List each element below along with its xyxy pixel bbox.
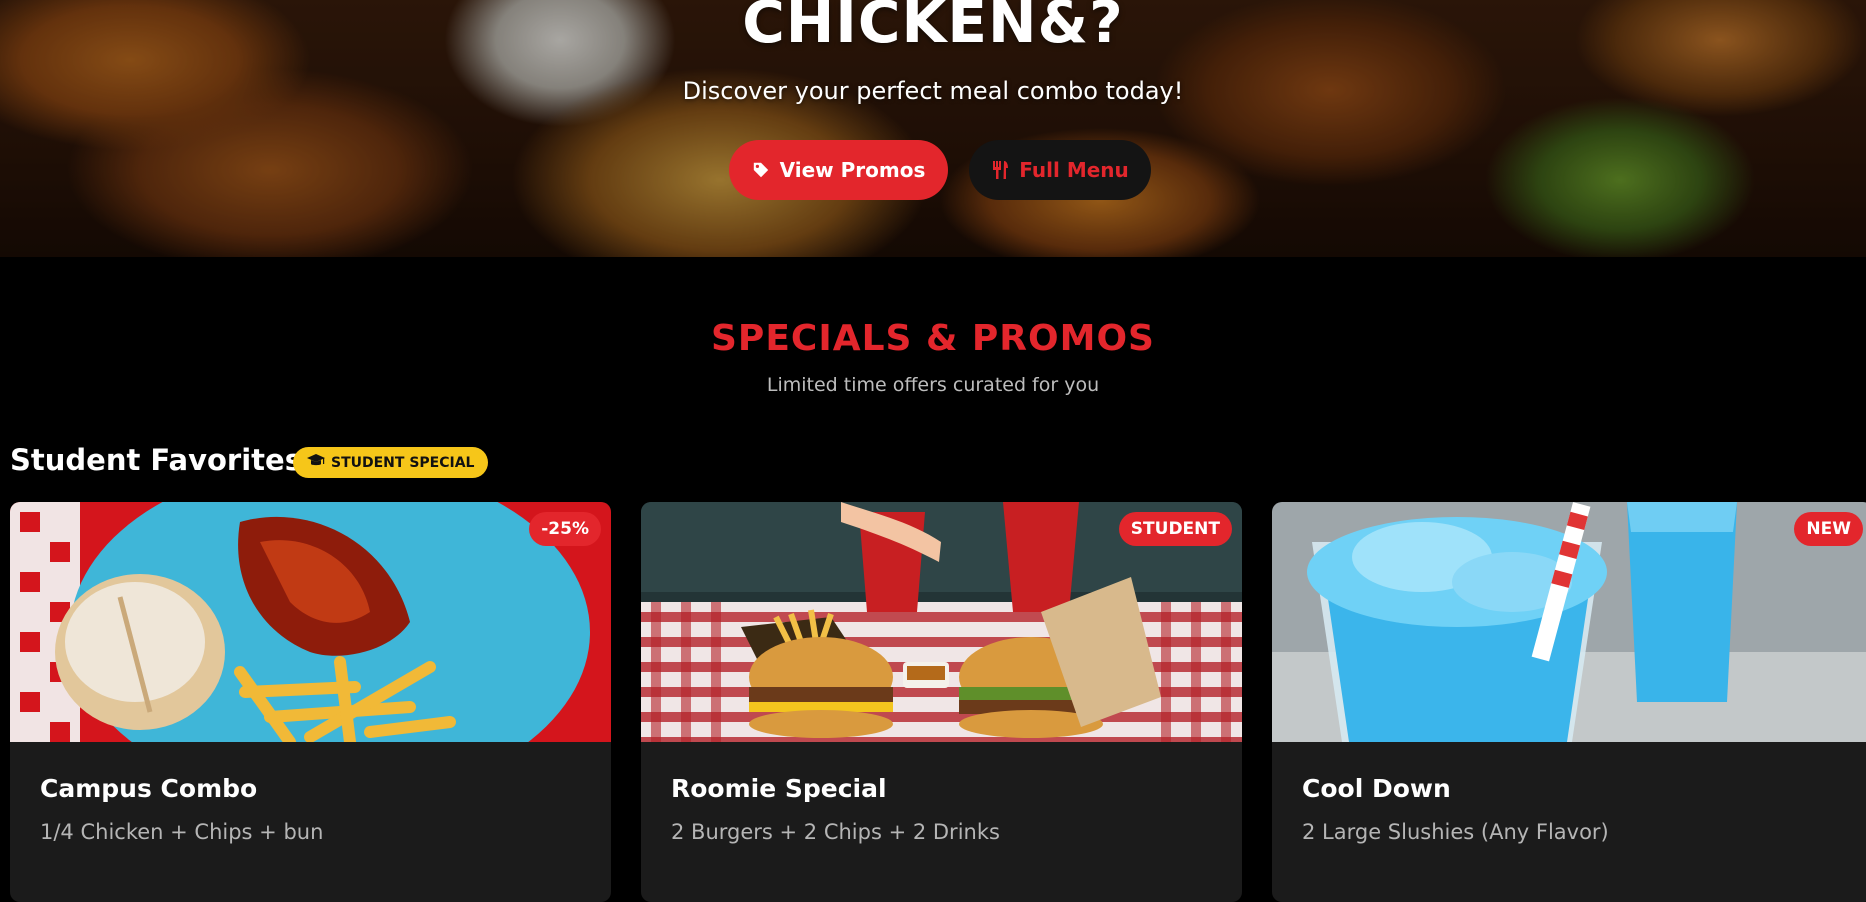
student-favorites-title: Student Favorites	[10, 443, 302, 477]
student-tag: STUDENT	[1118, 512, 1232, 546]
full-menu-label: Full Menu	[1019, 158, 1129, 182]
specials-subtitle: Limited time offers curated for you	[766, 374, 1100, 396]
student-special-badge: STUDENT SPECIAL	[293, 447, 489, 478]
tag-icon	[752, 161, 770, 179]
card-description: 2 Burgers + 2 Chips + 2 Drinks	[671, 820, 1000, 844]
specials-title: SPECIALS & PROMOS	[711, 318, 1155, 359]
card-description: 1/4 Chicken + Chips + bun	[40, 820, 324, 844]
full-menu-button[interactable]: Full Menu	[969, 140, 1151, 200]
student-special-label: STUDENT SPECIAL	[331, 454, 475, 471]
view-promos-label: View Promos	[779, 158, 926, 182]
hero-subtitle: Discover your perfect meal combo today!	[682, 77, 1184, 105]
graduation-cap-icon	[307, 453, 325, 472]
discount-tag: -25%	[529, 512, 601, 546]
promo-card-campus-combo[interactable]: -25% Campus Combo 1/4 Chicken + Chips + …	[10, 502, 611, 902]
card-title: Campus Combo	[40, 774, 258, 803]
card-title: Roomie Special	[671, 774, 887, 803]
campus-combo-image: -25%	[10, 502, 611, 742]
new-tag: NEW	[1794, 512, 1863, 546]
card-description: 2 Large Slushies (Any Flavor)	[1302, 820, 1609, 844]
cool-down-image: NEW	[1272, 502, 1866, 742]
promo-card-roomie-special[interactable]: STUDENT Roomie Special 2 Burgers + 2 Chi…	[641, 502, 1242, 902]
hero-title: CHICKEN&?	[742, 0, 1124, 56]
hero-banner: CHICKEN&? Discover your perfect meal com…	[0, 0, 1866, 257]
utensils-icon	[991, 160, 1009, 180]
promo-card-cool-down[interactable]: NEW Cool Down 2 Large Slushies (Any Flav…	[1272, 502, 1866, 902]
view-promos-button[interactable]: View Promos	[729, 140, 948, 200]
card-title: Cool Down	[1302, 774, 1451, 803]
roomie-special-image: STUDENT	[641, 502, 1242, 742]
